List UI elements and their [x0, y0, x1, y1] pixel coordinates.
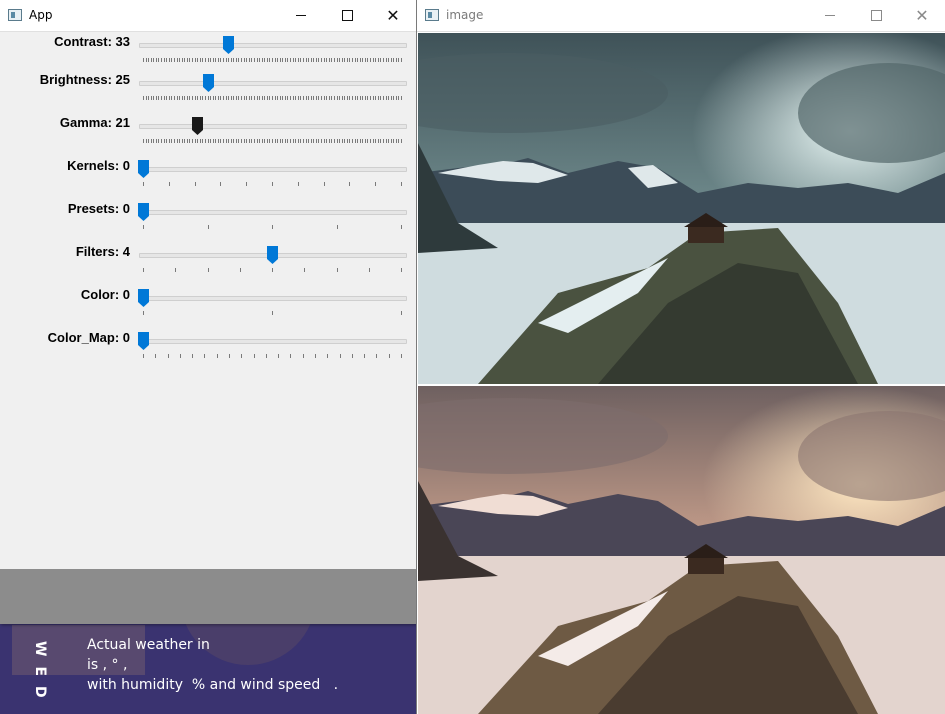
minimize-icon: [296, 15, 306, 16]
weather-line-1: Actual weather in: [87, 637, 210, 653]
trackbar-presets: Presets: 0: [0, 201, 416, 241]
minimize-icon: [825, 15, 835, 16]
slider-thumb[interactable]: [202, 74, 214, 92]
trackbar-label: Filters: 4: [75, 244, 130, 259]
status-bar: [0, 569, 416, 624]
slider-ticks: [143, 354, 402, 358]
original-image[interactable]: [418, 386, 945, 714]
trackbar-label: Contrast: 33: [54, 34, 130, 49]
window-app-icon: [425, 9, 439, 21]
minimize-button[interactable]: [807, 0, 853, 31]
trackbar-label: Gamma: 21: [59, 115, 130, 130]
image-window-title: image: [446, 8, 484, 22]
original-image-graphic: [418, 386, 945, 714]
trackbar-filters: Filters: 4: [0, 244, 416, 284]
close-icon: ✕: [915, 5, 929, 25]
close-button[interactable]: ✕: [370, 0, 416, 31]
maximize-button[interactable]: [324, 0, 370, 31]
trackbar-kernels: Kernels: 0: [0, 158, 416, 198]
app-window: App ✕ Contrast: 33 Brightness: 25 Gamma:…: [0, 0, 416, 624]
image-titlebar[interactable]: image ✕: [417, 0, 945, 32]
trackbar-color-map: Color_Map: 0: [0, 330, 416, 370]
slider-groove[interactable]: [139, 167, 407, 172]
minimize-button[interactable]: [278, 0, 324, 31]
trackbar-label: Brightness: 25: [39, 72, 130, 87]
weather-line-2: is , ° ,: [87, 657, 128, 673]
slider-ticks: [143, 311, 402, 315]
slider-groove[interactable]: [139, 210, 407, 215]
slider-thumb[interactable]: [138, 289, 149, 307]
slider-groove[interactable]: [139, 81, 407, 86]
image-window: image ✕: [416, 0, 945, 714]
close-icon: ✕: [386, 5, 400, 25]
trackbar-label: Color_Map: 0: [47, 330, 130, 345]
app-window-title: App: [29, 8, 53, 22]
slider-groove[interactable]: [139, 339, 407, 344]
slider-thumb[interactable]: [138, 203, 149, 221]
slider-thumb[interactable]: [192, 117, 204, 135]
window-app-icon: [8, 9, 22, 21]
slider-ticks: [143, 96, 402, 100]
processed-image-graphic: [418, 33, 945, 384]
maximize-icon: [341, 10, 353, 21]
trackbar-label: Kernels: 0: [67, 158, 130, 173]
weather-line-3: with humidity % and wind speed .: [87, 677, 339, 693]
close-button[interactable]: ✕: [899, 0, 945, 31]
weekday-vertical-text: WED: [32, 641, 48, 708]
slider-thumb[interactable]: [223, 36, 235, 54]
slider-groove[interactable]: [139, 124, 407, 129]
trackbar-color: Color: 0: [0, 287, 416, 327]
trackbar-contrast: Contrast: 33: [0, 34, 416, 74]
processed-image[interactable]: [418, 33, 945, 384]
slider-groove[interactable]: [139, 43, 407, 48]
slider-ticks: [143, 268, 402, 272]
trackbar-gamma: Gamma: 21: [0, 115, 416, 155]
trackbar-label: Color: 0: [80, 287, 130, 302]
app-titlebar[interactable]: App ✕: [0, 0, 416, 32]
trackbar-label: Presets: 0: [67, 201, 130, 216]
maximize-button[interactable]: [853, 0, 899, 31]
slider-ticks: [143, 139, 402, 143]
slider-ticks: [143, 225, 402, 229]
slider-ticks: [143, 182, 402, 186]
slider-ticks: [143, 58, 402, 62]
slider-thumb[interactable]: [267, 246, 278, 264]
maximize-icon: [870, 10, 882, 21]
slider-thumb[interactable]: [138, 160, 149, 178]
trackbar-brightness: Brightness: 25: [0, 72, 416, 112]
slider-groove[interactable]: [139, 296, 407, 301]
slider-thumb[interactable]: [138, 332, 149, 350]
